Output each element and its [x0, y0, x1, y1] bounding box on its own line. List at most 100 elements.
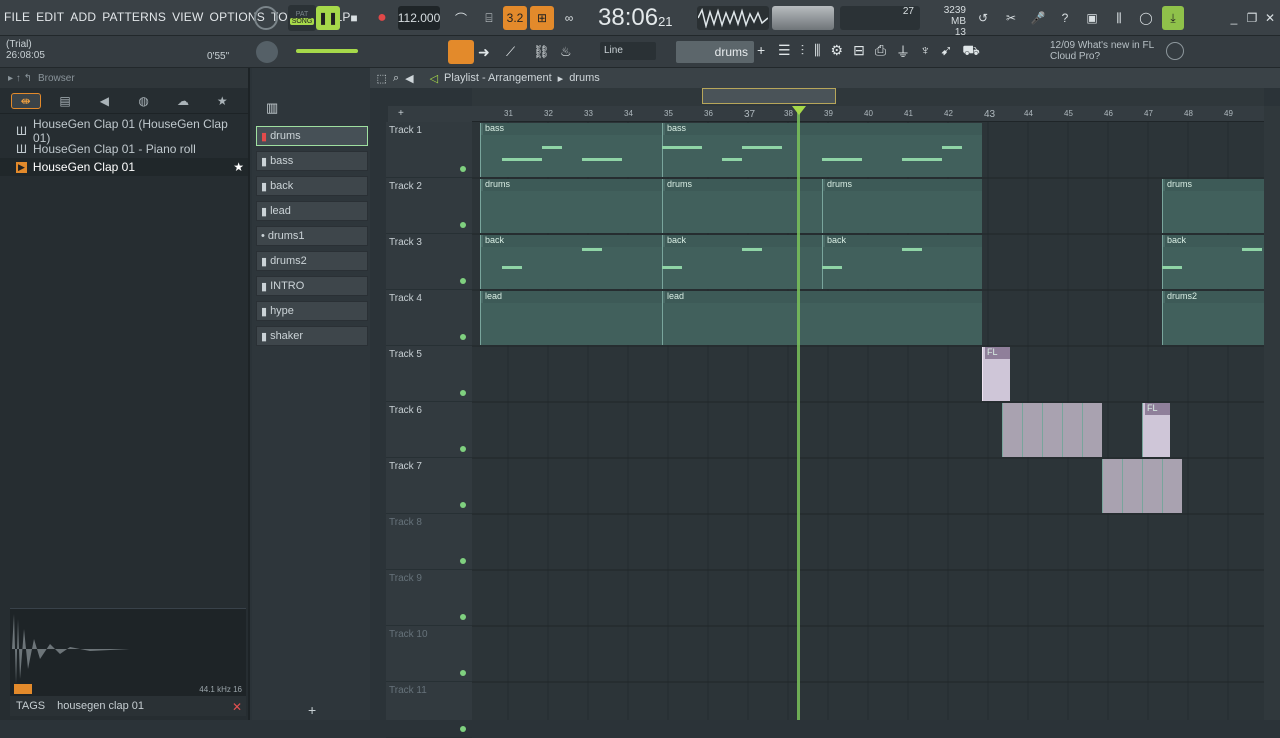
pattern-item[interactable]: ▮ lead — [256, 201, 368, 221]
clip-drums[interactable]: drums — [480, 179, 662, 233]
pattern-item[interactable]: ▮ hype — [256, 301, 368, 321]
news-icon[interactable] — [1166, 42, 1184, 60]
clip-audio[interactable] — [1122, 459, 1142, 513]
song-position[interactable]: 38:06 21 — [598, 4, 684, 31]
clip-audio[interactable] — [1002, 403, 1022, 457]
plug-icon[interactable]: ⏚ — [896, 42, 910, 62]
select-icon[interactable]: ⬚ — [377, 72, 387, 85]
track-mute-icon[interactable] — [460, 278, 466, 284]
channel-rack-icon[interactable]: ⫶ — [801, 42, 805, 62]
ruler-add-icon[interactable]: + — [388, 106, 472, 122]
menu-edit[interactable]: EDIT — [36, 10, 64, 24]
track-mute-icon[interactable] — [460, 446, 466, 452]
add-track-icon[interactable]: + — [308, 702, 316, 718]
step-edit-icon[interactable]: ⊞ — [530, 6, 554, 30]
vertical-scrollbar[interactable] — [1264, 106, 1280, 720]
track-header[interactable]: Track 4 — [386, 290, 472, 346]
clip-bass[interactable]: bass — [480, 123, 662, 177]
tags-label[interactable]: TAGS — [10, 700, 45, 712]
bird-icon[interactable]: ➹ — [941, 42, 953, 62]
brush-icon[interactable]: ⟋ — [506, 44, 515, 60]
zoom-icon[interactable]: ⌕ — [393, 72, 399, 85]
playlist-icon[interactable] — [448, 40, 474, 64]
piano-roll-icon[interactable]: ☰ — [778, 42, 791, 62]
cloud-tab-icon[interactable]: ☁ — [168, 94, 198, 108]
clip-lead[interactable]: lead — [662, 291, 982, 345]
browser-arrow-icon[interactable]: ▸ ↑ ↰ — [8, 73, 32, 84]
playhead-marker-icon[interactable] — [792, 106, 806, 115]
track-header[interactable]: Track 11 — [386, 682, 472, 738]
track-header[interactable]: Track 1 — [386, 122, 472, 178]
playhead[interactable] — [797, 106, 800, 720]
timeline-ruler[interactable]: 31 32 33 34 35 36 37 38 39 40 41 42 43 44 45 46 47 48 49 — [472, 106, 1264, 122]
clip-bass[interactable]: bass — [662, 123, 982, 177]
arrow-icon[interactable]: ➜ — [478, 44, 490, 61]
chat-icon[interactable]: ◯ — [1135, 6, 1157, 30]
clip-back[interactable]: back — [1162, 235, 1264, 289]
pattern-item[interactable]: ▮ INTRO — [256, 276, 368, 296]
master-volume-slider[interactable] — [296, 49, 358, 53]
clear-search-icon[interactable]: ✕ — [232, 700, 242, 714]
track-mute-icon[interactable] — [460, 222, 466, 228]
cut-icon[interactable]: ✂ — [1000, 6, 1022, 30]
pattern-item[interactable]: ▮ drums2 — [256, 251, 368, 271]
track-header[interactable]: Track 5 — [386, 346, 472, 402]
track-mute-icon[interactable] — [460, 670, 466, 676]
track-mute-icon[interactable] — [460, 390, 466, 396]
stop-button[interactable]: ■ — [343, 6, 365, 30]
loop-record-icon[interactable]: ∞ — [558, 6, 580, 30]
clip-back[interactable]: back — [480, 235, 662, 289]
track-mute-icon[interactable] — [460, 502, 466, 508]
playlist-scrollbar[interactable] — [472, 88, 1264, 106]
countdown-icon[interactable]: 3.2 — [503, 6, 527, 30]
track-header[interactable]: Track 2 — [386, 178, 472, 234]
clip-drums[interactable]: drums — [822, 179, 982, 233]
mic-icon[interactable]: 🎤 — [1027, 6, 1049, 30]
all-tab-icon[interactable]: ⇼ — [10, 92, 41, 109]
menu-patterns[interactable]: PATTERNS — [102, 10, 166, 24]
save-icon[interactable]: ▣ — [1081, 6, 1103, 30]
clip-audio[interactable] — [1162, 459, 1182, 513]
cart-icon[interactable]: ⛟ — [962, 42, 980, 62]
clip-audio[interactable]: FL — [1142, 403, 1170, 457]
menu-file[interactable]: FILE — [4, 10, 30, 24]
metronome-icon[interactable]: ⌒ — [450, 6, 472, 30]
track-header[interactable]: Track 9 — [386, 570, 472, 626]
pattern-selector[interactable]: drums — [676, 41, 754, 63]
clip-audio[interactable] — [1102, 459, 1122, 513]
clip-audio[interactable] — [1042, 403, 1062, 457]
star-tab-icon[interactable]: ★ — [207, 94, 237, 108]
track-header[interactable]: Track 8 — [386, 514, 472, 570]
clip-audio[interactable] — [1062, 403, 1082, 457]
tuner-icon[interactable]: ♆ — [920, 42, 931, 62]
browser-icon[interactable]: ⊟ — [853, 42, 865, 62]
browser-item[interactable]: Ш HouseGen Clap 01 (HouseGen Clap 01) — [0, 117, 248, 145]
browser-item-selected[interactable]: ▶ HouseGen Clap 01 ★ — [0, 158, 248, 176]
help-icon[interactable]: ? — [1054, 6, 1076, 30]
clip-audio[interactable] — [1142, 459, 1162, 513]
browser-search[interactable]: housegen clap 01 — [57, 700, 144, 712]
track-mute-icon[interactable] — [460, 558, 466, 564]
close-icon[interactable]: ✕ — [1262, 6, 1278, 30]
pattern-item[interactable]: ▮ back — [256, 176, 368, 196]
mixer-icon[interactable]: ⫼ — [1108, 6, 1130, 30]
clip-back[interactable]: back — [822, 235, 982, 289]
stamp-icon[interactable]: ♨ — [560, 44, 572, 60]
project-icon[interactable]: ⎙ — [875, 42, 886, 62]
pattern-item[interactable]: • drums1 — [256, 226, 368, 246]
download-icon[interactable]: ⤓ — [1162, 6, 1184, 30]
pitch-knob[interactable] — [256, 41, 278, 63]
clip-audio[interactable] — [1082, 403, 1102, 457]
sample-preview[interactable]: 44.1 kHz 16 — [10, 608, 246, 696]
pattern-item[interactable]: ▮ drums — [256, 126, 368, 146]
track-header[interactable]: Track 10 — [386, 626, 472, 682]
minimize-icon[interactable]: _ — [1226, 6, 1242, 30]
track-header[interactable]: Track 3 — [386, 234, 472, 290]
favorite-star-icon[interactable]: ★ — [233, 160, 244, 174]
news-panel[interactable]: 12/09 What's new in FL Cloud Pro? — [1050, 40, 1160, 62]
scroll-thumb[interactable] — [702, 88, 836, 104]
arrangement-area[interactable]: bass bass drums drums drums drums back b… — [472, 122, 1264, 720]
track-mute-icon[interactable] — [460, 334, 466, 340]
globe-tab-icon[interactable]: ◍ — [129, 94, 159, 108]
wait-icon[interactable]: ⌸ — [478, 6, 500, 30]
